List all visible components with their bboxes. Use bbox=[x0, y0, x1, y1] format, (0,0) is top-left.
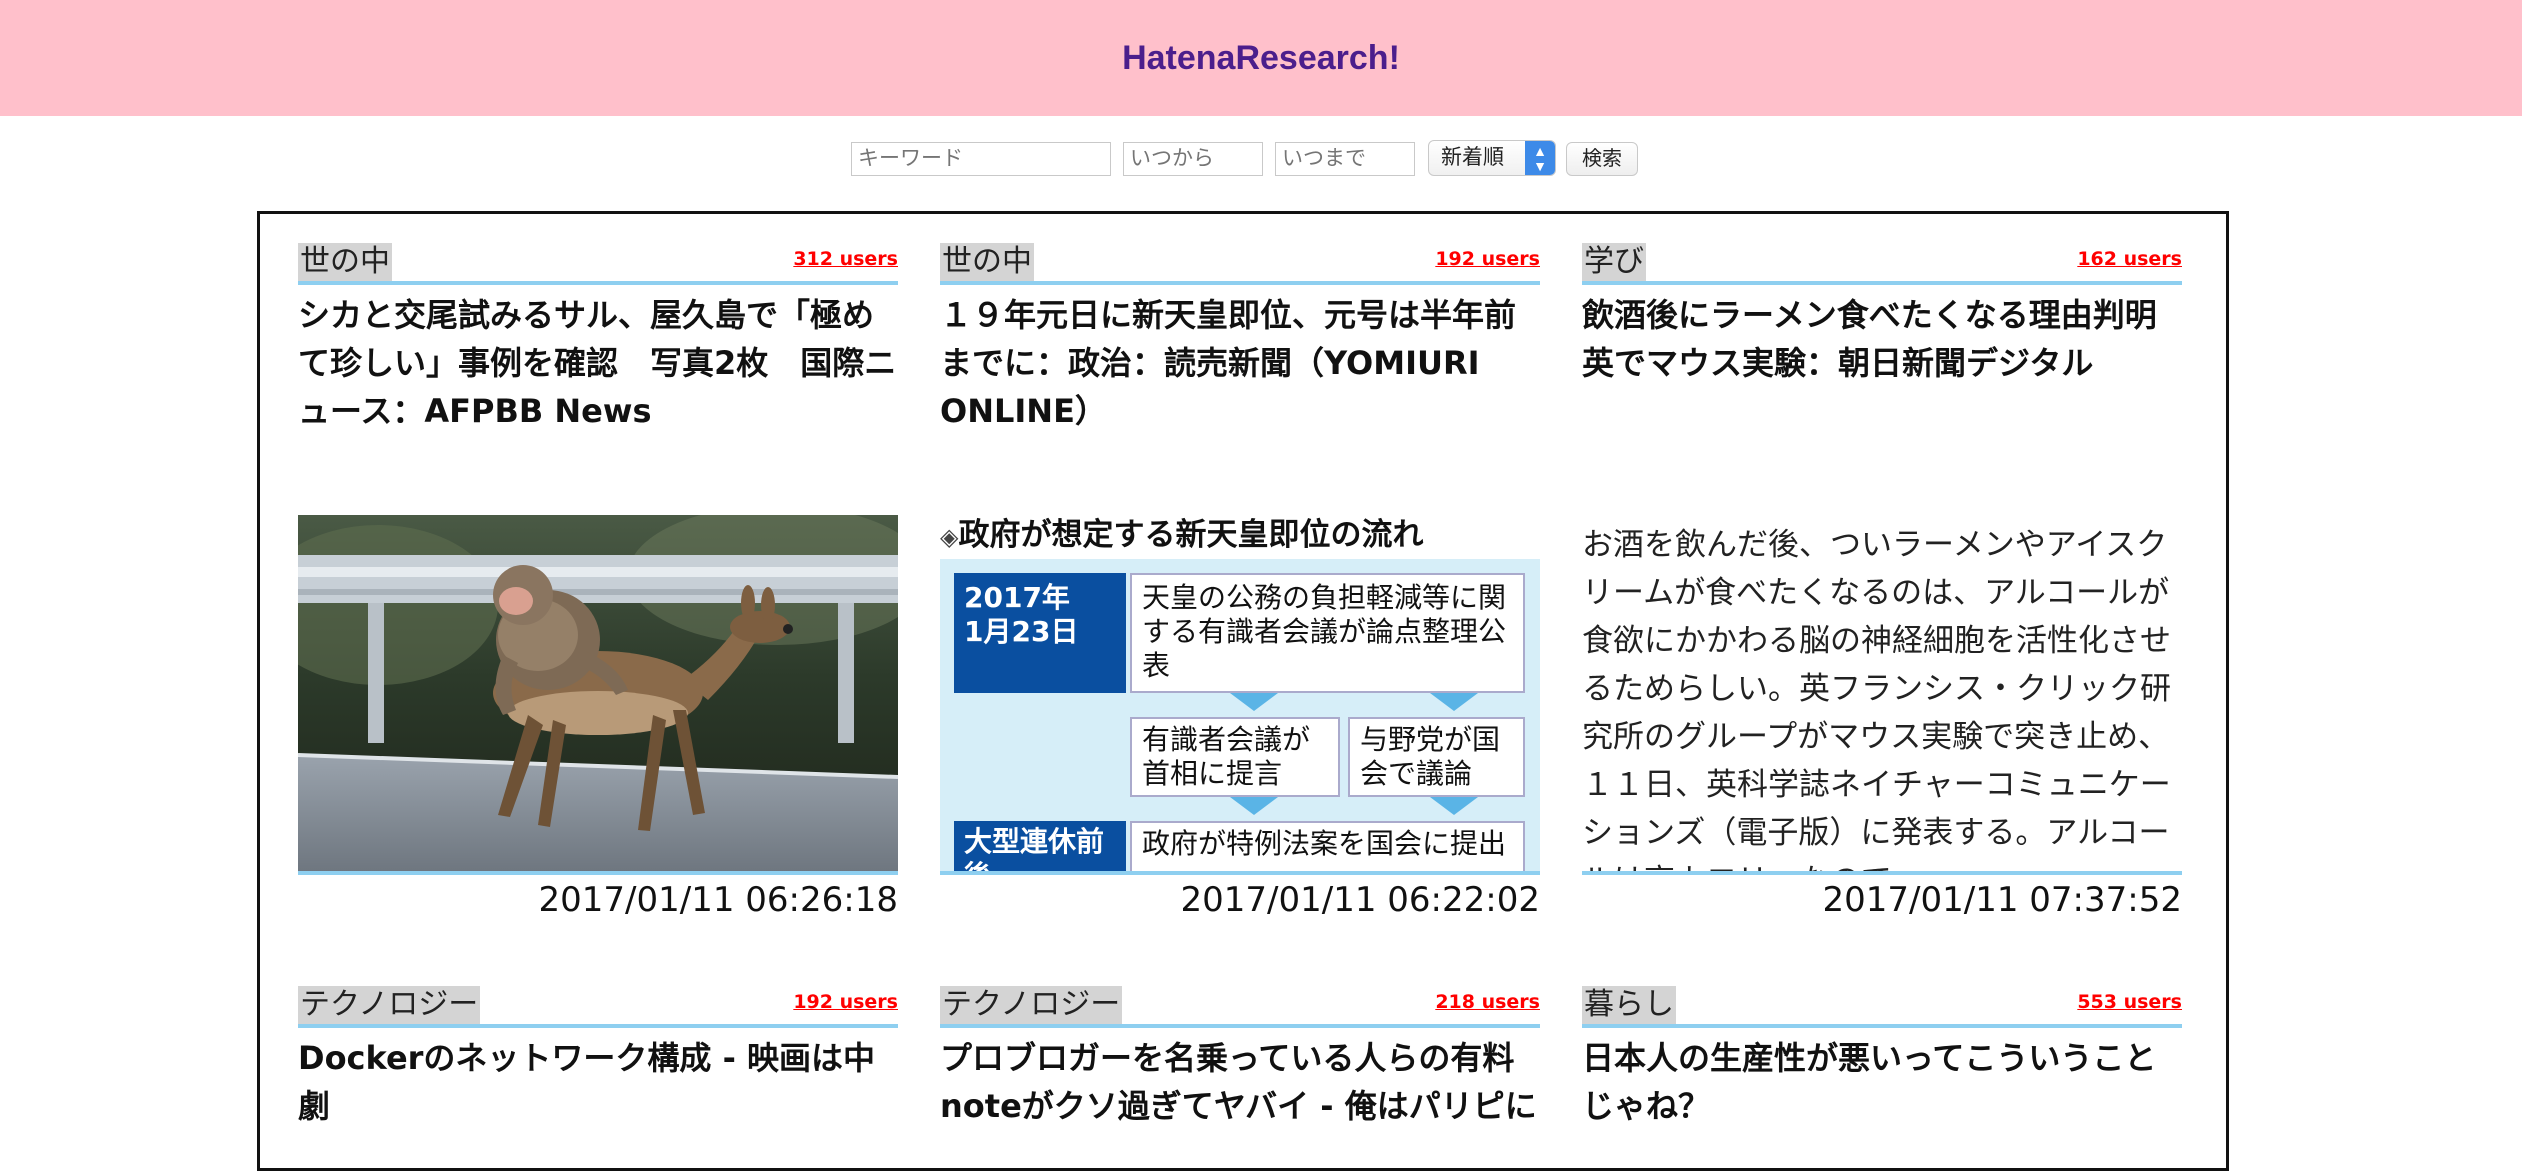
arrow-down-icon bbox=[1430, 693, 1478, 711]
article-title-link[interactable]: 飲酒後にラーメン食べたくなる理由判明 英でマウス実験：朝日新聞デジタル bbox=[1582, 291, 2189, 387]
card-header: 世の中 312 users bbox=[298, 243, 898, 285]
step1-text: 天皇の公務の負担軽減等に関する有識者会議が論点整理公表 bbox=[1130, 573, 1525, 693]
article-card: 世の中 192 users １９年元日に新天皇即位、元号は半年前までに：政治：読… bbox=[940, 243, 1540, 920]
search-button[interactable]: 検索 bbox=[1566, 142, 1638, 176]
infographic-heading: ◈政府が想定する新天皇即位の流れ bbox=[940, 515, 1540, 555]
category-label[interactable]: 世の中 bbox=[940, 243, 1034, 281]
sort-select[interactable]: 新着順 ▲ ▼ bbox=[1428, 140, 1556, 176]
card-header: テクノロジー 192 users bbox=[298, 986, 898, 1028]
article-date: 2017/01/11 07:37:52 bbox=[1822, 880, 2182, 920]
article-infographic[interactable]: ◈政府が想定する新天皇即位の流れ 2017年 1月23日 天皇の公務の負担軽減等… bbox=[940, 515, 1540, 875]
arrow-down-icon bbox=[1230, 693, 1278, 711]
step1-date: 2017年 1月23日 bbox=[954, 573, 1126, 693]
article-grid: 世の中 312 users シカと交尾試みるサル、屋久島で「極めて珍しい」事例を… bbox=[257, 211, 2229, 1171]
search-bar: 新着順 ▲▼ 検索 bbox=[0, 140, 2522, 178]
bookmark-users-count[interactable]: 192 users bbox=[1435, 248, 1540, 270]
article-photo[interactable] bbox=[298, 515, 898, 875]
step3-text: 政府が特例法案を国会に提出 bbox=[1130, 821, 1525, 871]
card-header: 学び 162 users bbox=[1582, 243, 2182, 285]
category-label[interactable]: テクノロジー bbox=[940, 986, 1123, 1024]
article-card: 学び 162 users 飲酒後にラーメン食べたくなる理由判明 英でマウス実験：… bbox=[1582, 243, 2189, 920]
article-title-link[interactable]: 日本人の生産性が悪いってこういうことじゃね？ bbox=[1582, 1034, 2182, 1130]
article-card: 暮らし 553 users 日本人の生産性が悪いってこういうことじゃね？ bbox=[1582, 986, 2182, 1166]
bookmark-users-count[interactable]: 312 users bbox=[793, 248, 898, 270]
date-from-input[interactable] bbox=[1123, 142, 1263, 176]
monkey-deer-photo bbox=[298, 515, 898, 871]
keyword-input[interactable] bbox=[851, 142, 1111, 176]
infographic-body: 2017年 1月23日 天皇の公務の負担軽減等に関する有識者会議が論点整理公表 … bbox=[940, 559, 1540, 871]
article-card: テクノロジー 218 users プロブロガーを名乗っている人らの有料noteが… bbox=[940, 986, 1540, 1166]
date-to-input[interactable] bbox=[1275, 142, 1415, 176]
category-label[interactable]: 暮らし bbox=[1582, 986, 1676, 1024]
site-title[interactable]: HatenaResearch! bbox=[1122, 39, 1400, 78]
select-arrows-icon: ▲ ▼ bbox=[1525, 141, 1555, 175]
arrow-down-icon bbox=[1430, 797, 1478, 815]
sort-select-value: 新着順 bbox=[1441, 146, 1504, 169]
article-summary: お酒を飲んだ後、ついラーメンやアイスクリームが食べたくなるのは、アルコールが食欲… bbox=[1582, 527, 2171, 871]
article-date: 2017/01/11 06:26:18 bbox=[538, 880, 898, 920]
header-bar: HatenaResearch! bbox=[0, 0, 2522, 116]
article-summary-box: お酒を飲んだ後、ついラーメンやアイスクリームが食べたくなるのは、アルコールが食欲… bbox=[1582, 515, 2182, 875]
bookmark-users-count[interactable]: 192 users bbox=[793, 991, 898, 1013]
article-title-link[interactable]: Dockerのネットワーク構成 - 映画は中劇 bbox=[298, 1034, 898, 1130]
step2a-text: 有識者会議が首相に提言 bbox=[1130, 717, 1340, 797]
bookmark-users-count[interactable]: 218 users bbox=[1435, 991, 1540, 1013]
bookmark-users-count[interactable]: 553 users bbox=[2077, 991, 2182, 1013]
step2b-text: 与野党が国会で議論 bbox=[1348, 717, 1525, 797]
cube-icon: ◈ bbox=[940, 523, 959, 551]
step3-date: 大型連休前後 bbox=[954, 821, 1126, 871]
card-header: 世の中 192 users bbox=[940, 243, 1540, 285]
category-label[interactable]: 学び bbox=[1582, 243, 1646, 281]
category-label[interactable]: 世の中 bbox=[298, 243, 392, 281]
card-header: 暮らし 553 users bbox=[1582, 986, 2182, 1028]
article-title-link[interactable]: １９年元日に新天皇即位、元号は半年前までに：政治：読売新聞（YOMIURI ON… bbox=[940, 291, 1540, 435]
arrow-down-icon bbox=[1230, 797, 1278, 815]
article-card: テクノロジー 192 users Dockerのネットワーク構成 - 映画は中劇 bbox=[298, 986, 898, 1166]
bookmark-users-count[interactable]: 162 users bbox=[2077, 248, 2182, 270]
article-title-link[interactable]: シカと交尾試みるサル、屋久島で「極めて珍しい」事例を確認 写真2枚 国際ニュース… bbox=[298, 291, 898, 435]
article-date: 2017/01/11 06:22:02 bbox=[1180, 880, 1540, 920]
category-label[interactable]: テクノロジー bbox=[298, 986, 481, 1024]
article-title-link[interactable]: プロブロガーを名乗っている人らの有料noteがクソ過ぎてヤバイ - 俺はパリピに bbox=[940, 1034, 1540, 1130]
article-card: 世の中 312 users シカと交尾試みるサル、屋久島で「極めて珍しい」事例を… bbox=[298, 243, 898, 920]
infographic-heading-text: 政府が想定する新天皇即位の流れ bbox=[958, 517, 1424, 553]
card-header: テクノロジー 218 users bbox=[940, 986, 1540, 1028]
